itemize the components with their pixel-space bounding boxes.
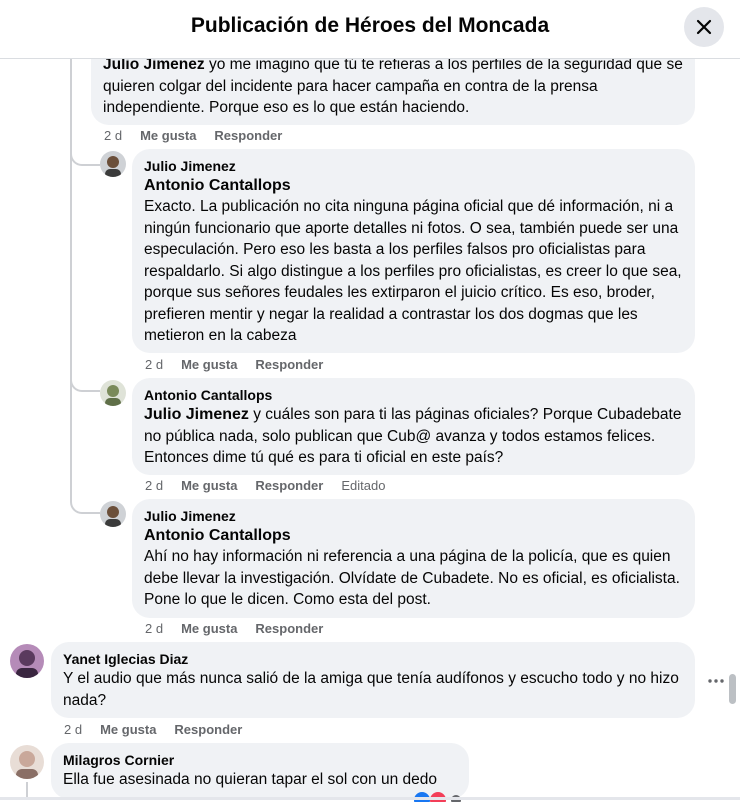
thread-connector — [70, 130, 100, 166]
mention-link[interactable]: Antonio Cantallops — [144, 175, 683, 196]
comment-bubble: Yanet Iglecias Diaz Y el audio que más n… — [51, 642, 695, 718]
comment-text: Y el audio que más nunca salió de la ami… — [63, 670, 679, 709]
reply-button[interactable]: Responder — [174, 722, 242, 737]
thread-connector — [70, 356, 100, 392]
thread-connector — [70, 478, 100, 514]
comment-author[interactable]: Julio Jimenez — [144, 157, 683, 175]
like-button[interactable]: Me gusta — [181, 621, 237, 636]
comment-time[interactable]: 2 d — [104, 128, 122, 143]
comment-actions: 2 d Me gusta Responder Editado — [145, 478, 385, 493]
comment-actions: 2 d Me gusta Responder — [104, 128, 300, 143]
like-button[interactable]: Me gusta — [140, 128, 196, 143]
more-options-icon — [708, 679, 724, 683]
comment-actions: 2 d Me gusta Responder — [145, 357, 341, 372]
thread-line — [70, 58, 72, 498]
comment-text: Julio Jimenez y cuáles son para ti las p… — [144, 406, 682, 466]
comment-text: Ahí no hay información ni referencia a u… — [144, 548, 680, 608]
reply-button[interactable]: Responder — [255, 478, 323, 493]
comment-text: Ella fue asesinada no quieran tapar el s… — [63, 771, 437, 788]
avatar[interactable] — [10, 745, 44, 779]
comment-time[interactable]: 2 d — [145, 478, 163, 493]
comment-time[interactable]: 2 d — [145, 357, 163, 372]
avatar-photo-icon — [100, 380, 126, 406]
comment-actions: 2 d Me gusta Responder — [145, 621, 341, 636]
comment-time[interactable]: 2 d — [145, 621, 163, 636]
close-button[interactable] — [684, 7, 724, 47]
avatar[interactable] — [100, 151, 126, 177]
like-button[interactable]: Me gusta — [100, 722, 156, 737]
edited-label: Editado — [341, 478, 386, 493]
more-options-button[interactable] — [705, 672, 727, 690]
avatar[interactable] — [10, 644, 44, 678]
like-button[interactable]: Me gusta — [181, 478, 237, 493]
comment-text: Exacto. La publicación no cita ninguna p… — [144, 198, 682, 344]
comment-bubble: Milagros Cornier Ella fue asesinada no q… — [51, 743, 469, 799]
comment-bubble: Julio Jimenez Antonio Cantallops Exacto.… — [132, 149, 695, 353]
scrollbar-thumb[interactable] — [729, 674, 736, 704]
avatar-photo-icon — [100, 151, 126, 177]
comment-text: Julio Jimenez yo me imagino que tú te re… — [103, 56, 683, 116]
comment-author[interactable]: Milagros Cornier — [63, 751, 457, 769]
avatar-photo-icon — [10, 745, 44, 779]
mention-link[interactable]: Antonio Cantallops — [144, 525, 683, 546]
avatar-photo-icon — [100, 501, 126, 527]
avatar-photo-icon — [10, 644, 44, 678]
avatar[interactable] — [100, 501, 126, 527]
comment-time[interactable]: 2 d — [64, 722, 82, 737]
comment-author[interactable]: Antonio Cantallops — [144, 386, 683, 404]
reply-button[interactable]: Responder — [255, 357, 323, 372]
comment-bubble: Antonio Cantallops Julio Jimenez y cuále… — [132, 378, 695, 475]
avatar[interactable] — [100, 380, 126, 406]
comment-actions: 2 d Me gusta Responder — [64, 722, 260, 737]
reply-button[interactable]: Responder — [214, 128, 282, 143]
page-title: Publicación de Héroes del Moncada — [190, 14, 550, 37]
mention-link[interactable]: Julio Jimenez — [144, 406, 249, 423]
reply-button[interactable]: Responder — [255, 621, 323, 636]
post-header: Publicación de Héroes del Moncada — [0, 0, 740, 59]
comment-author[interactable]: Yanet Iglecias Diaz — [63, 650, 683, 668]
like-button[interactable]: Me gusta — [181, 357, 237, 372]
comment-bubble: Julio Jimenez Antonio Cantallops Ahí no … — [132, 499, 695, 618]
close-icon — [696, 19, 712, 35]
comment-author[interactable]: Julio Jimenez — [144, 507, 683, 525]
